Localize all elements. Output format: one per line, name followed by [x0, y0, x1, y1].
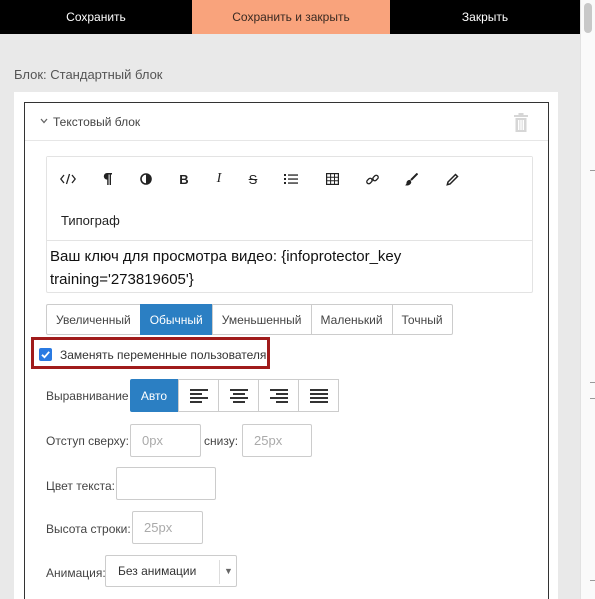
- scrollbar-thumb[interactable]: [584, 3, 592, 33]
- align-center-icon[interactable]: [218, 379, 259, 412]
- contrast-icon[interactable]: [134, 169, 158, 189]
- alignment-group: Авто: [130, 379, 339, 412]
- list-icon[interactable]: [279, 169, 303, 189]
- padding-top-label: Отступ сверху:: [46, 434, 129, 448]
- content-line: Ваш ключ для просмотра видео: {infoprote…: [50, 248, 402, 265]
- font-size-group: Увеличенный Обычный Уменьшенный Маленьки…: [46, 304, 453, 335]
- save-and-close-button[interactable]: Сохранить и закрыть: [192, 0, 390, 34]
- code-icon[interactable]: [56, 169, 80, 189]
- card-title: Текстовый блок: [53, 115, 141, 129]
- align-right-icon[interactable]: [258, 379, 299, 412]
- editor-toolbar: B I S Типограф: [47, 157, 532, 241]
- strikethrough-icon[interactable]: S: [241, 169, 265, 189]
- bold-icon[interactable]: B: [172, 169, 196, 189]
- padding-top-input[interactable]: [130, 424, 201, 457]
- checkmark-icon: [41, 351, 50, 359]
- chevron-down-icon[interactable]: [40, 117, 48, 125]
- size-option-normal[interactable]: Обычный: [139, 304, 213, 335]
- align-left-icon[interactable]: [178, 379, 219, 412]
- animation-value: Без анимации: [118, 564, 197, 578]
- pencil-icon[interactable]: [440, 169, 464, 189]
- top-action-bar: Сохранить Сохранить и закрыть Закрыть: [0, 0, 580, 34]
- chevron-down-icon[interactable]: ▼: [224, 566, 233, 576]
- table-icon[interactable]: [320, 169, 344, 189]
- scrollbar[interactable]: [580, 0, 595, 599]
- size-option-reduced[interactable]: Уменьшенный: [211, 304, 312, 335]
- brush-icon[interactable]: [399, 169, 423, 189]
- align-auto-button[interactable]: Авто: [130, 379, 178, 412]
- animation-label: Анимация:: [46, 566, 106, 580]
- alignment-label: Выравнивание: [46, 389, 129, 403]
- line-height-input[interactable]: [132, 511, 203, 544]
- size-option-enlarged[interactable]: Увеличенный: [46, 304, 141, 335]
- select-divider: [219, 560, 220, 584]
- padding-bottom-label: снизу:: [204, 434, 239, 448]
- close-button[interactable]: Закрыть: [390, 0, 580, 34]
- text-block-card: Текстовый блок B I S Типограф Ваш ключ д…: [24, 102, 549, 599]
- text-color-label: Цвет текста:: [46, 479, 116, 493]
- text-color-input[interactable]: [116, 467, 216, 500]
- replace-vars-checkbox[interactable]: [39, 348, 52, 361]
- content-line: training='273819605'}: [50, 271, 194, 288]
- save-button[interactable]: Сохранить: [0, 0, 192, 34]
- typograph-button[interactable]: Типограф: [61, 213, 120, 228]
- pilcrow-icon[interactable]: [95, 169, 119, 189]
- padding-bottom-input[interactable]: [242, 424, 312, 457]
- trash-icon[interactable]: [513, 113, 529, 132]
- italic-icon[interactable]: I: [207, 169, 231, 189]
- replace-vars-label[interactable]: Заменять переменные пользователя: [60, 348, 266, 362]
- animation-select[interactable]: Без анимации ▼: [105, 555, 237, 587]
- editor-content[interactable]: Ваш ключ для просмотра видео: {infoprote…: [50, 245, 530, 291]
- size-option-small[interactable]: Маленький: [310, 304, 393, 335]
- link-icon[interactable]: [360, 169, 384, 189]
- size-option-exact[interactable]: Точный: [391, 304, 453, 335]
- card-header[interactable]: Текстовый блок: [25, 103, 548, 141]
- text-editor[interactable]: B I S Типограф Ваш ключ для просмотра ви…: [46, 156, 533, 293]
- align-justify-icon[interactable]: [298, 379, 339, 412]
- block-title: Блок: Стандартный блок: [14, 67, 163, 82]
- line-height-label: Высота строки:: [46, 522, 131, 536]
